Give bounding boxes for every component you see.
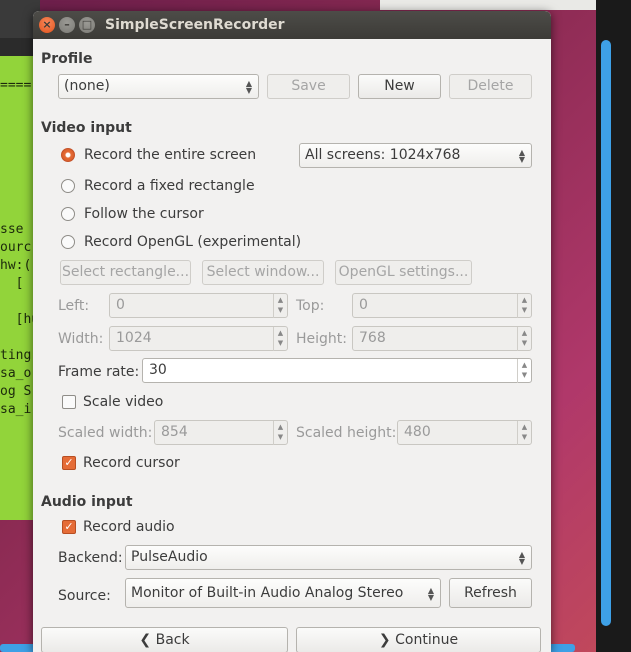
screen-select[interactable]: All screens: 1024x768 ▲ ▼	[299, 143, 532, 168]
backend-select-value: PulseAudio	[131, 549, 208, 565]
record-cursor-label[interactable]: Record cursor	[83, 455, 180, 471]
width-spinbox[interactable]: 1024 ▲ ▼	[109, 326, 288, 351]
radio-opengl-label[interactable]: Record OpenGL (experimental)	[84, 234, 301, 250]
screen-select-value: All screens: 1024x768	[305, 147, 461, 163]
record-cursor-checkbox[interactable]: ✓	[62, 456, 76, 470]
audio-input-heading: Audio input	[41, 494, 133, 510]
frame-rate-value: 30	[149, 362, 167, 378]
profile-heading: Profile	[41, 51, 93, 67]
checkmark-icon: ✓	[64, 456, 74, 469]
scale-video-label[interactable]: Scale video	[83, 394, 163, 410]
record-audio-label[interactable]: Record audio	[83, 519, 175, 535]
terminal-line: ====	[0, 78, 32, 93]
app-window: × – □ SimpleScreenRecorder Profile (none…	[33, 11, 551, 652]
select-window-button[interactable]: Select window...	[202, 260, 324, 285]
record-audio-checkbox[interactable]: ✓	[62, 520, 76, 534]
top-spinbox[interactable]: 0 ▲ ▼	[352, 293, 532, 318]
select-rectangle-button[interactable]: Select rectangle...	[60, 260, 191, 285]
frame-rate-label: Frame rate:	[58, 364, 140, 380]
left-spinbox[interactable]: 0 ▲ ▼	[109, 293, 288, 318]
chevron-updown-icon: ▲ ▼	[245, 79, 252, 95]
terminal-line: sa_o	[0, 366, 32, 381]
height-spinbox[interactable]: 768 ▲ ▼	[352, 326, 532, 351]
radio-opengl[interactable]	[61, 235, 75, 249]
frame-rate-spinbox[interactable]: 30 ▲ ▼	[142, 358, 532, 383]
new-profile-button[interactable]: New	[358, 74, 441, 99]
spin-arrows-icon[interactable]: ▲ ▼	[517, 294, 531, 318]
video-input-heading: Video input	[41, 120, 132, 136]
terminal-line: [	[0, 276, 24, 291]
scaled-height-spinbox[interactable]: 480 ▲ ▼	[397, 420, 532, 445]
continue-button[interactable]: ❯ Continue	[296, 627, 541, 652]
spin-arrows-icon[interactable]: ▲ ▼	[517, 421, 531, 445]
radio-follow-cursor[interactable]	[61, 207, 75, 221]
chevron-updown-icon: ▲ ▼	[518, 148, 525, 164]
back-button[interactable]: ❮ Back	[41, 627, 288, 652]
profile-select-value: (none)	[64, 78, 110, 94]
scaled-width-value: 854	[161, 424, 188, 440]
width-value: 1024	[116, 330, 152, 346]
refresh-button[interactable]: Refresh	[449, 578, 532, 608]
top-value: 0	[359, 297, 368, 313]
profile-select[interactable]: (none) ▲ ▼	[58, 74, 259, 99]
radio-fixed-rectangle[interactable]	[61, 179, 75, 193]
left-value: 0	[116, 297, 125, 313]
scaled-height-value: 480	[404, 424, 431, 440]
close-icon[interactable]: ×	[39, 17, 55, 33]
spin-arrows-icon[interactable]: ▲ ▼	[517, 327, 531, 351]
delete-profile-button[interactable]: Delete	[449, 74, 532, 99]
terminal-line: og S	[0, 384, 32, 399]
radio-entire-screen-label[interactable]: Record the entire screen	[84, 147, 256, 163]
save-profile-button[interactable]: Save	[267, 74, 350, 99]
scale-video-checkbox[interactable]	[62, 395, 76, 409]
back-button-label: Back	[155, 632, 190, 648]
terminal-line: sse	[0, 222, 24, 237]
back-arrow-icon: ❮	[139, 632, 156, 648]
left-label: Left:	[58, 298, 90, 314]
backend-select[interactable]: PulseAudio ▲ ▼	[125, 545, 532, 570]
source-select[interactable]: Monitor of Built-in Audio Analog Stereo …	[125, 578, 441, 608]
scaled-height-label: Scaled height:	[296, 425, 397, 441]
terminal-line: ting	[0, 348, 32, 363]
terminal-line: sa_i	[0, 402, 32, 417]
background-panel-strip	[380, 0, 596, 10]
chevron-updown-icon: ▲ ▼	[427, 586, 434, 602]
source-label: Source:	[58, 588, 111, 604]
title-bar[interactable]: × – □ SimpleScreenRecorder	[33, 11, 551, 39]
top-label: Top:	[296, 298, 325, 314]
radio-fixed-rectangle-label[interactable]: Record a fixed rectangle	[84, 178, 255, 194]
spin-arrows-icon[interactable]: ▲ ▼	[273, 327, 287, 351]
terminal-line: ourc	[0, 240, 32, 255]
radio-follow-cursor-label[interactable]: Follow the cursor	[84, 206, 204, 222]
maximize-icon[interactable]: □	[79, 17, 95, 33]
spin-arrows-icon[interactable]: ▲ ▼	[517, 359, 531, 383]
spin-arrows-icon[interactable]: ▲ ▼	[273, 421, 287, 445]
continue-button-label: Continue	[395, 632, 459, 648]
height-label: Height:	[296, 331, 347, 347]
backend-label: Backend:	[58, 550, 123, 566]
width-label: Width:	[58, 331, 104, 347]
checkmark-icon: ✓	[64, 520, 74, 533]
minimize-icon[interactable]: –	[59, 17, 75, 33]
background-scrollbar[interactable]	[601, 40, 611, 626]
opengl-settings-button[interactable]: OpenGL settings...	[335, 260, 472, 285]
source-select-value: Monitor of Built-in Audio Analog Stereo	[131, 585, 404, 601]
scaled-width-spinbox[interactable]: 854 ▲ ▼	[154, 420, 288, 445]
radio-entire-screen[interactable]	[61, 148, 75, 162]
scaled-width-label: Scaled width:	[58, 425, 153, 441]
continue-arrow-icon: ❯	[378, 632, 396, 648]
height-value: 768	[359, 330, 386, 346]
spin-arrows-icon[interactable]: ▲ ▼	[273, 294, 287, 318]
terminal-line: hw:(	[0, 258, 32, 273]
window-title: SimpleScreenRecorder	[105, 17, 285, 33]
chevron-updown-icon: ▲ ▼	[518, 550, 525, 566]
